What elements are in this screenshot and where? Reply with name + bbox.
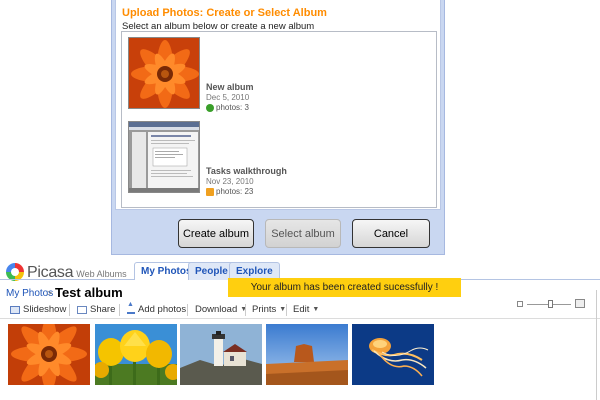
album-item-new-album[interactable]: New album Dec 5, 2010 photos: 3 [128, 37, 428, 113]
toolbar-separator [69, 304, 70, 316]
download-label: Download [195, 304, 238, 315]
album-count-label: photos: 3 [216, 103, 249, 112]
slideshow-label: Slideshow [23, 304, 67, 315]
album-meta: Tasks walkthrough Nov 23, 2010 photos: 2… [206, 166, 287, 196]
orange-flower-image [129, 38, 199, 108]
private-album-icon [206, 187, 214, 196]
dialog-panel: Upload Photos: Create or Select Album Se… [115, 0, 441, 210]
edit-menu[interactable]: Edit ▼ [293, 304, 319, 315]
prints-menu[interactable]: Prints ▼ [252, 304, 286, 315]
album-item-tasks-walkthrough[interactable]: Tasks walkthrough Nov 23, 2010 photos: 2… [128, 121, 428, 197]
yellow-tulips-image [95, 324, 177, 385]
thumbnail-size-slider[interactable] [517, 299, 591, 312]
toolbar-separator [245, 304, 246, 316]
orange-flower-image [8, 324, 90, 385]
share-label: Share [90, 304, 116, 315]
album-photo-count: photos: 3 [206, 103, 254, 112]
logo-subtitle: Web Albums [76, 269, 127, 279]
photo-thumbnail-lighthouse[interactable] [180, 324, 262, 385]
public-album-icon [206, 103, 214, 112]
chevron-down-icon: ▼ [312, 306, 320, 313]
edit-label: Edit [293, 304, 310, 315]
panel-border [596, 290, 597, 400]
album-name: Tasks walkthrough [206, 166, 287, 176]
toolbar-separator [286, 304, 287, 316]
slideshow-icon [10, 305, 20, 314]
add-photos-button[interactable]: Add photos [127, 301, 187, 315]
album-list: New album Dec 5, 2010 photos: 3 Tasks wa… [121, 31, 437, 208]
album-photo-count: photos: 23 [206, 187, 287, 196]
desert-butte-image [266, 324, 348, 385]
large-thumbnail-icon [575, 299, 585, 308]
album-thumbnail [128, 121, 200, 193]
breadcrumb-separator: > [47, 288, 53, 298]
album-title: Test album [55, 285, 123, 300]
chevron-down-icon: ▼ [240, 306, 248, 313]
share-button[interactable]: Share [77, 304, 115, 315]
album-date: Dec 5, 2010 [206, 93, 250, 102]
album-name: New album [206, 82, 254, 92]
toolbar-separator [119, 304, 120, 316]
photo-thumbnail-flower[interactable] [8, 324, 90, 385]
album-meta: New album Dec 5, 2010 photos: 3 [206, 82, 254, 112]
success-notification: Your album has been created sucessfully … [228, 278, 461, 297]
screenshot-thumbnail-image [129, 122, 199, 192]
toolbar-separator [187, 304, 188, 316]
download-menu[interactable]: Download ▼ [195, 304, 247, 315]
lighthouse-image [180, 324, 262, 385]
album-count-label: photos: 23 [216, 187, 254, 196]
photo-thumbnail-jellyfish[interactable] [352, 324, 434, 385]
photo-thumbnail-tulips[interactable] [95, 324, 177, 385]
select-album-button[interactable]: Select album [265, 219, 341, 248]
create-album-dialog: Upload Photos: Create or Select Album Se… [111, 0, 445, 255]
envelope-icon [77, 305, 87, 314]
album-thumbnail [128, 37, 200, 109]
album-toolbar: Slideshow Share Add photos Download ▼ Pr… [0, 300, 600, 319]
dialog-title: Upload Photos: Create or Select Album [122, 7, 327, 19]
small-thumbnail-icon [517, 301, 523, 307]
slideshow-button[interactable]: Slideshow [10, 304, 66, 315]
upload-arrow-icon [127, 301, 135, 314]
jellyfish-image [352, 324, 434, 385]
add-photos-label: Add photos [138, 304, 187, 315]
cancel-button[interactable]: Cancel [352, 219, 430, 248]
photo-thumbnail-desert[interactable] [266, 324, 348, 385]
create-album-button[interactable]: Create album [178, 219, 254, 248]
slider-handle[interactable] [548, 300, 553, 308]
album-date: Nov 23, 2010 [206, 177, 254, 186]
prints-label: Prints [252, 304, 277, 315]
